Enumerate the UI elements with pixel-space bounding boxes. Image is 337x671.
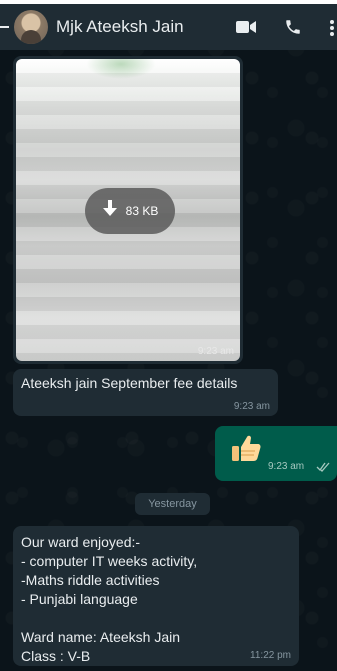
back-arrow-icon[interactable] [0,15,10,39]
sent-thumbs-up-message[interactable]: 9:23 am [215,426,337,481]
message-line-blank [21,609,291,628]
message-line: - Punjabi language [21,591,138,607]
download-size: 83 KB [125,204,159,218]
chat-screen: Mjk Ateeksh Jain 83 KB 9:23 am Ateeksh j… [0,0,337,671]
read-receipt-icon [316,459,330,477]
message-time: 9:23 am [233,401,270,412]
message-line: -Maths riddle activities [21,572,160,588]
download-button[interactable]: 83 KB [85,188,175,234]
contact-name[interactable]: Mjk Ateeksh Jain [56,17,184,37]
download-arrow-icon [102,199,118,223]
message-line: - computer IT weeks activity, [21,553,198,569]
message-time: 9:23 am [197,346,234,357]
date-separator: Yesterday [135,493,210,515]
image-message[interactable]: 83 KB 9:23 am [13,56,243,364]
caption-message[interactable]: Ateeksh jain September fee details 9:23 … [13,369,278,416]
video-call-icon[interactable] [236,20,256,34]
phone-call-icon[interactable] [284,18,302,36]
more-options-icon[interactable] [329,19,335,37]
blurred-image-preview[interactable]: 83 KB 9:23 am [16,59,240,361]
message-time: 11:22 pm [250,650,291,661]
message-time: 9:23 am [268,461,305,472]
chat-header: Mjk Ateeksh Jain [0,4,337,50]
message-line: Ward name: Ateeksh Jain [21,629,181,645]
text-message[interactable]: Our ward enjoyed:- - computer IT weeks a… [13,526,299,666]
thumbs-up-icon [231,434,261,467]
message-text: Ateeksh jain September fee details [21,375,238,391]
message-line: Our ward enjoyed:- [21,534,141,550]
avatar[interactable] [14,10,48,44]
